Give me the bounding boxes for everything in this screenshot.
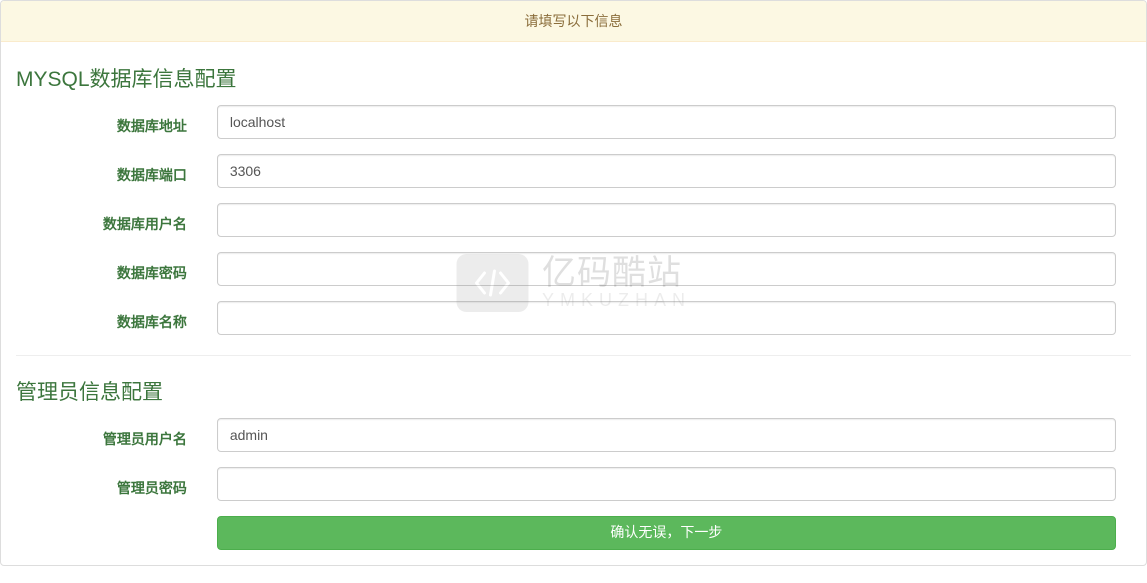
panel-header: 请填写以下信息 [1,1,1146,42]
section-mysql: MYSQL数据库信息配置 数据库地址 数据库端口 [16,63,1131,335]
field-admin-username: 管理员用户名 [16,418,1131,452]
section-mysql-title: MYSQL数据库信息配置 [16,63,1131,93]
panel-title: 请填写以下信息 [525,13,623,29]
label-db-name: 数据库名称 [117,305,187,332]
divider [16,355,1131,356]
submit-button[interactable]: 确认无误，下一步 [217,516,1116,550]
panel-body: MYSQL数据库信息配置 数据库地址 数据库端口 [1,42,1146,565]
input-admin-password[interactable] [217,467,1116,501]
input-db-username[interactable] [217,203,1116,237]
input-db-port[interactable] [217,154,1116,188]
label-db-port: 数据库端口 [117,158,187,185]
field-db-name: 数据库名称 [16,301,1131,335]
install-panel: 请填写以下信息 MYSQL数据库信息配置 数据库地址 数据库端口 [0,0,1147,566]
label-admin-password: 管理员密码 [117,471,187,498]
field-admin-password: 管理员密码 [16,467,1131,501]
field-db-password: 数据库密码 [16,252,1131,286]
field-db-port: 数据库端口 [16,154,1131,188]
input-db-name[interactable] [217,301,1116,335]
label-db-password: 数据库密码 [117,256,187,283]
section-admin: 管理员信息配置 管理员用户名 管理员密码 [16,376,1131,550]
label-db-host: 数据库地址 [117,109,187,136]
label-db-username: 数据库用户名 [103,207,187,234]
input-admin-username[interactable] [217,418,1116,452]
button-row: 确认无误，下一步 [16,516,1131,550]
input-db-host[interactable] [217,105,1116,139]
input-db-password[interactable] [217,252,1116,286]
field-db-username: 数据库用户名 [16,203,1131,237]
section-admin-title: 管理员信息配置 [16,376,1131,406]
field-db-host: 数据库地址 [16,105,1131,139]
label-admin-username: 管理员用户名 [103,422,187,449]
